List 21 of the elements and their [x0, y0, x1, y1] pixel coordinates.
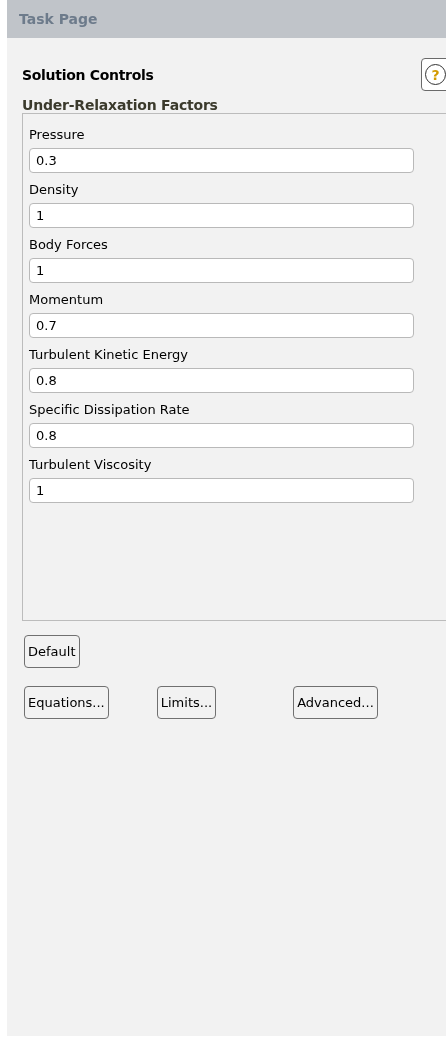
action-button[interactable]: Limits...: [156, 686, 217, 719]
field-label: Pressure: [29, 125, 86, 144]
input-field[interactable]: 0.7: [29, 313, 414, 338]
field-label: Specific Dissipation Rate: [29, 400, 191, 419]
field-label: Body Forces: [29, 235, 109, 254]
field-label: Turbulent Kinetic Energy: [29, 345, 189, 364]
field-label: Density: [29, 180, 80, 199]
input-field[interactable]: 1: [29, 478, 414, 503]
default-button[interactable]: Default: [24, 635, 80, 668]
input-field[interactable]: 0.8: [29, 423, 414, 448]
action-button[interactable]: Equations...: [24, 686, 109, 719]
section-title: Solution Controls: [22, 66, 154, 83]
action-button[interactable]: Advanced...: [293, 686, 378, 719]
field-label: Turbulent Viscosity: [29, 455, 153, 474]
input-field[interactable]: 1: [29, 203, 414, 228]
input-field[interactable]: 0.3: [29, 148, 414, 173]
input-field[interactable]: 0.8: [29, 368, 414, 393]
field-label: Momentum: [29, 290, 105, 309]
group-title: Under-Relaxation Factors: [22, 97, 219, 113]
input-field[interactable]: 1: [29, 258, 414, 283]
panel-title: Task Page: [19, 11, 98, 27]
